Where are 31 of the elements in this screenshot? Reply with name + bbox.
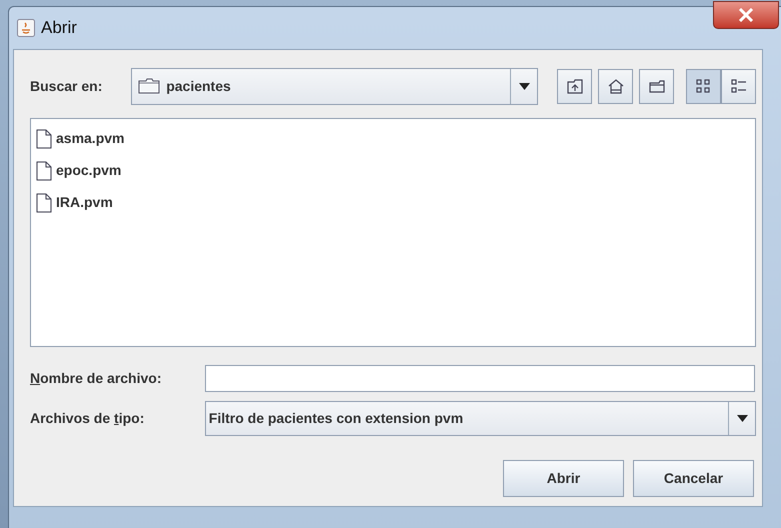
toolbar-button[interactable] (598, 68, 633, 104)
list-view-icon (694, 77, 712, 95)
toolbar-button[interactable] (721, 68, 756, 104)
file-type-label: Archivos de tipo: (30, 410, 144, 426)
home-icon (606, 77, 624, 95)
window-title: Abrir (41, 17, 77, 40)
folder-icon (138, 78, 160, 94)
app-icon (17, 19, 35, 37)
file-item[interactable]: asma.pvm (35, 127, 128, 150)
file-name-label: Nombre de archivo: (30, 370, 162, 386)
look-in-value: pacientes (166, 76, 231, 96)
look-in-label: Buscar en: (30, 76, 104, 96)
look-in-combo[interactable]: pacientes (131, 68, 538, 104)
file-icon (36, 128, 52, 148)
toolbar-button[interactable] (557, 68, 592, 104)
file-icon (36, 192, 52, 212)
toolbar-button[interactable] (686, 68, 721, 104)
file-icon (36, 160, 52, 180)
details-view-icon (730, 77, 748, 95)
toolbar-button[interactable] (639, 68, 674, 104)
file-name-field[interactable] (205, 365, 755, 392)
dialog-button[interactable]: Abrir (503, 460, 624, 497)
file-item[interactable]: epoc.pvm (35, 159, 126, 182)
dialog-button[interactable]: Cancelar (633, 460, 754, 497)
file-type-combo[interactable]: Filtro de pacientes con extension pvm (204, 401, 756, 436)
caret-icon (518, 82, 530, 90)
file-item[interactable]: IRA.pvm (35, 191, 117, 214)
folder-up-icon (566, 77, 584, 95)
close-button[interactable] (713, 1, 779, 29)
caret-icon (736, 415, 748, 422)
close-icon (738, 8, 754, 22)
